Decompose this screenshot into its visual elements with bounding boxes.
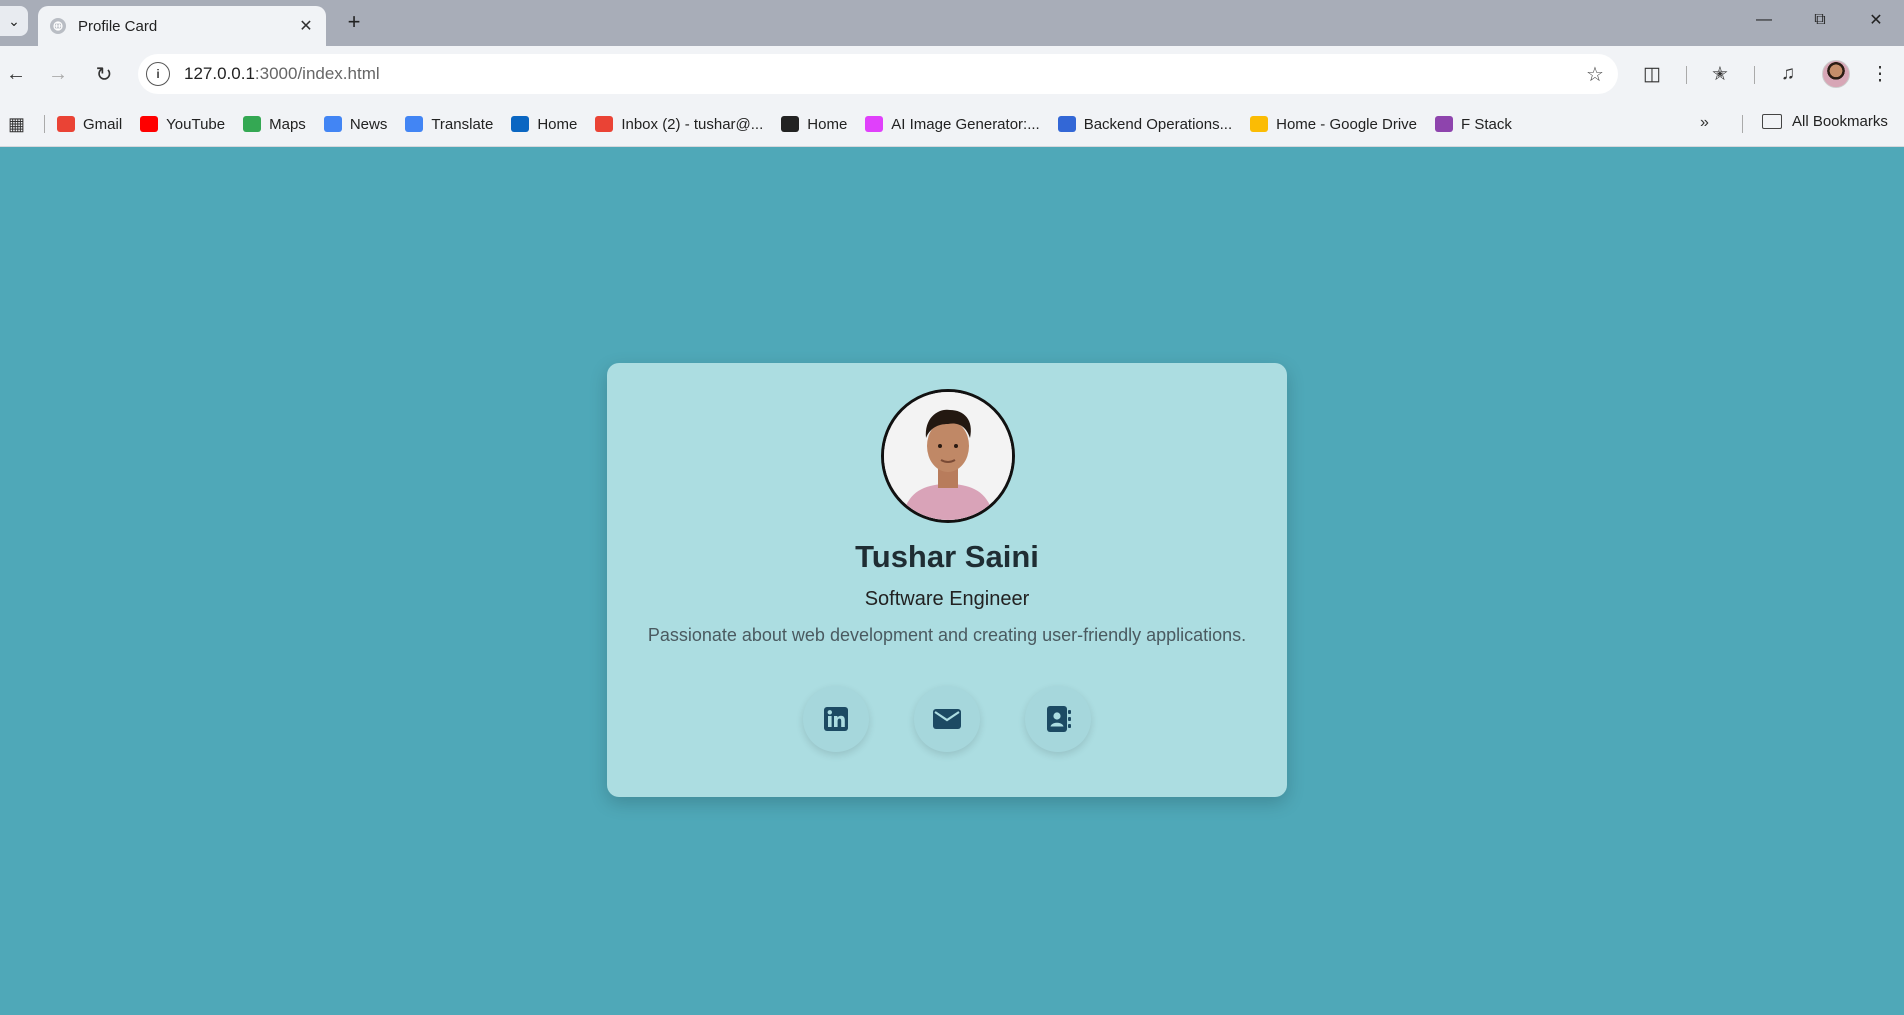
reading-list-icon[interactable]: ✭ (1704, 58, 1736, 90)
tab-title: Profile Card (78, 17, 158, 35)
bookmark-item[interactable]: Home (511, 116, 577, 133)
bookmark-label: Home (807, 115, 848, 133)
chevron-down-icon: ⌄ (8, 12, 20, 29)
all-bookmarks-button[interactable]: All Bookmarks (1762, 113, 1888, 130)
bookmark-label: Gmail (83, 115, 123, 133)
browser-window: ⌄ Profile Card ✕ + — ⧉ ✕ ← → ↻ i 127.0.0… (0, 0, 1904, 1015)
bookmark-list: Gmail YouTube Maps News Translate Home Inbox (… (57, 116, 1530, 133)
all-bookmarks-label: All Bookmarks (1792, 113, 1888, 130)
url-path: :3000/index.html (254, 64, 380, 83)
bookmark-item[interactable]: Home - Google Drive (1250, 116, 1417, 133)
restore-button[interactable]: ⧉ (1792, 0, 1848, 40)
address-bar[interactable]: i 127.0.0.1:3000/index.html ☆ (138, 54, 1618, 94)
bookmark-label: Inbox (2) - tushar@... (621, 115, 764, 133)
tab-profile-card[interactable]: Profile Card ✕ (38, 6, 326, 46)
apps-grid-icon[interactable]: ▦ (8, 114, 30, 135)
contact-book-icon (1047, 706, 1071, 732)
bookmark-label: YouTube (166, 115, 226, 133)
extensions-icon[interactable]: ◫ (1636, 58, 1668, 90)
browser-toolbar: ← → ↻ i 127.0.0.1:3000/index.html ☆ ◫ ✭ … (0, 46, 1904, 102)
bookmark-star-icon[interactable]: ☆ (1580, 62, 1610, 87)
folder-icon (1762, 114, 1782, 129)
translate-icon (405, 116, 424, 132)
bookmark-label: Translate (431, 115, 494, 133)
globe-icon (50, 18, 66, 34)
minimize-button[interactable]: — (1736, 0, 1792, 40)
linkedin-icon (511, 116, 530, 132)
bookmark-item[interactable]: YouTube (140, 116, 225, 133)
envelope-icon (933, 709, 961, 729)
site-info-icon[interactable]: i (146, 62, 170, 86)
reload-button[interactable]: ↻ (88, 58, 120, 90)
gmail-icon (57, 116, 75, 132)
linkedin-icon (824, 707, 848, 731)
page-viewport: Tushar Saini Software Engineer Passionat… (0, 147, 1904, 1015)
linkedin-button[interactable] (803, 686, 869, 752)
profile-photo (881, 389, 1015, 523)
bookmark-label: Home (537, 115, 578, 133)
tab-search-button[interactable]: ⌄ (0, 6, 28, 36)
more-bookmarks-icon[interactable]: » (1700, 114, 1709, 132)
bookmark-item[interactable]: Translate (405, 116, 493, 133)
bookmark-item[interactable]: F Stack (1435, 116, 1512, 133)
back-button[interactable]: ← (0, 58, 32, 90)
profile-role: Software Engineer (864, 588, 1030, 610)
arrow-left-icon: ← (6, 62, 26, 85)
bookmarks-bar: ▦ Gmail YouTube Maps News Translate Home Inbox… (0, 102, 1904, 147)
bookmark-item[interactable]: Maps (243, 116, 306, 133)
bookmark-label: AI Image Generator:... (891, 115, 1040, 133)
bookmark-item[interactable]: News (323, 115, 388, 133)
reload-icon: ↻ (95, 63, 113, 86)
bookmark-label: Home - Google Drive (1276, 115, 1418, 133)
url-host: 127.0.0.1 (184, 64, 255, 83)
globe-icon (781, 116, 800, 132)
bookmark-item[interactable]: Gmail (57, 116, 122, 133)
profile-bio: Passionate about web development and cre… (647, 625, 1247, 645)
bookmark-label: News (349, 115, 388, 133)
url-text[interactable]: 127.0.0.1:3000/index.html (184, 64, 1580, 84)
bookmark-item[interactable]: Home (781, 116, 847, 133)
profile-avatar[interactable] (1822, 60, 1850, 88)
ai-generator-icon (865, 116, 884, 132)
tab-strip: ⌄ Profile Card ✕ + — ⧉ ✕ (0, 0, 1904, 46)
bookmark-label: F Stack (1461, 115, 1512, 133)
contact-card-button[interactable] (1025, 686, 1091, 752)
news-icon (323, 116, 342, 132)
fstack-icon (1435, 116, 1454, 132)
new-tab-button[interactable]: + (340, 8, 368, 36)
youtube-icon (140, 116, 159, 132)
arrow-right-icon: → (48, 62, 68, 85)
profile-name: Tushar Saini (855, 539, 1039, 574)
media-control-icon[interactable]: ♫ (1772, 58, 1804, 90)
menu-icon[interactable]: ⋮ (1864, 58, 1896, 90)
google-drive-icon (1250, 116, 1269, 132)
gmail-icon (595, 116, 614, 132)
backend-icon (1057, 116, 1076, 132)
bookmark-item[interactable]: AI Image Generator:... (865, 115, 1040, 133)
profile-card: Tushar Saini Software Engineer Passionat… (607, 363, 1287, 797)
bookmark-item[interactable]: Backend Operations... (1057, 115, 1233, 133)
bookmark-label: Maps (269, 115, 306, 133)
window-close-button[interactable]: ✕ (1848, 0, 1904, 40)
maps-icon (243, 116, 262, 132)
bookmark-item[interactable]: Inbox (2) - tushar@... (595, 116, 763, 133)
email-button[interactable] (914, 686, 980, 752)
bookmark-label: Backend Operations... (1083, 115, 1233, 133)
forward-button[interactable]: → (42, 58, 74, 90)
close-icon[interactable]: ✕ (294, 16, 318, 36)
